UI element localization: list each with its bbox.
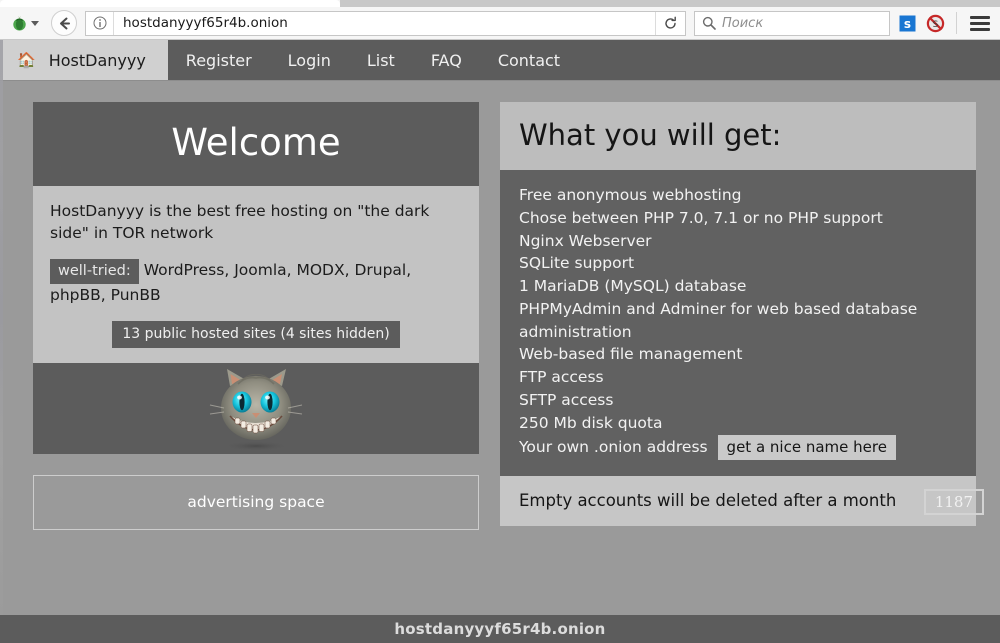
search-box[interactable]: Поиск: [694, 11, 890, 36]
list-item: SQLite support: [519, 252, 957, 275]
welltried-badge: well-tried:: [50, 259, 139, 284]
list-item: SFTP access: [519, 389, 957, 412]
onion-address-label: Your own .onion address: [519, 438, 708, 456]
site-navbar: 🏠 HostDanyyy Register Login List FAQ Con…: [0, 40, 1000, 81]
visitor-counter: 1187: [924, 489, 984, 515]
reload-button[interactable]: [655, 12, 685, 35]
list-item: FTP access: [519, 366, 957, 389]
nav-item-faq[interactable]: FAQ: [413, 40, 480, 80]
site-footer: hostdanyyyf65r4b.onion: [0, 615, 1000, 643]
tab-strip-background: [340, 0, 1000, 7]
features-footer-note: Empty accounts will be deleted after a m…: [500, 476, 976, 526]
advertising-space[interactable]: advertising space: [33, 475, 479, 530]
page-info-icon[interactable]: [86, 12, 114, 35]
hosted-sites-badge: 13 public hosted sites (4 sites hidden): [112, 321, 399, 347]
list-item: 250 Mb disk quota: [519, 412, 957, 435]
cat-illustration: [194, 364, 319, 452]
list-item: PHPMyAdmin and Adminer for web based dat…: [519, 298, 957, 344]
welcome-lead-text: HostDanyyy is the best free hosting on "…: [50, 200, 462, 245]
get-nice-name-button[interactable]: get a nice name here: [718, 435, 896, 460]
features-list: Free anonymous webhosting Chose between …: [500, 170, 976, 476]
right-column: What you will get: Free anonymous webhos…: [500, 102, 976, 547]
svg-text:S: S: [932, 20, 938, 30]
list-item: Free anonymous webhosting: [519, 184, 957, 207]
svg-text:s: s: [903, 17, 910, 31]
onion-address-line: Your own .onion address get a nice name …: [519, 435, 957, 460]
back-arrow-icon: [57, 16, 72, 31]
search-icon: [702, 16, 716, 30]
browser-window: hostdanyyyf65r4b.onion Поиск s: [0, 0, 1000, 643]
nav-item-login[interactable]: Login: [270, 40, 349, 80]
browser-toolbar: hostdanyyyf65r4b.onion Поиск s: [0, 7, 1000, 40]
welcome-body: HostDanyyy is the best free hosting on "…: [33, 186, 479, 363]
address-bar[interactable]: hostdanyyyf65r4b.onion: [85, 11, 686, 36]
chevron-down-icon: [31, 21, 39, 26]
offscreen-edge-sliver: [0, 40, 3, 643]
list-item: Chose between PHP 7.0, 7.1 or no PHP sup…: [519, 207, 957, 230]
tor-onion-button[interactable]: [7, 13, 43, 34]
nav-item-register[interactable]: Register: [168, 40, 270, 80]
advertising-space-label: advertising space: [187, 493, 324, 511]
nav-item-list[interactable]: List: [349, 40, 413, 80]
home-icon: 🏠: [17, 53, 36, 68]
search-input[interactable]: Поиск: [722, 16, 763, 31]
welltried-row: well-tried: WordPress, Joomla, MODX, Dru…: [50, 259, 462, 306]
sidebar-item-home[interactable]: 🏠 HostDanyyy: [0, 40, 168, 80]
address-bar-url[interactable]: hostdanyyyf65r4b.onion: [114, 15, 655, 31]
stylish-extension-icon[interactable]: s: [896, 12, 918, 34]
active-tab[interactable]: [0, 0, 340, 7]
hamburger-menu-icon[interactable]: [967, 11, 993, 35]
tor-onion-icon: [11, 15, 28, 32]
cheshire-cat-image: [33, 363, 479, 454]
left-column: Welcome HostDanyyy is the best free host…: [33, 102, 479, 530]
visitor-counter-wrap: 1187: [924, 492, 984, 511]
features-heading: What you will get:: [500, 102, 976, 170]
nav-item-contact[interactable]: Contact: [480, 40, 578, 80]
welcome-heading: Welcome: [33, 102, 479, 186]
list-item: 1 MariaDB (MySQL) database: [519, 275, 957, 298]
page-viewport: 🏠 HostDanyyy Register Login List FAQ Con…: [0, 40, 1000, 643]
brand-label: HostDanyyy: [49, 51, 146, 70]
nav-links: Register Login List FAQ Contact: [168, 40, 578, 80]
page-content: Welcome HostDanyyy is the best free host…: [0, 81, 1000, 547]
site-footer-label: hostdanyyyf65r4b.onion: [394, 620, 605, 638]
back-button[interactable]: [51, 10, 77, 36]
noscript-extension-icon[interactable]: S: [924, 12, 946, 34]
hosted-count-wrap: 13 public hosted sites (4 sites hidden): [50, 321, 462, 347]
welcome-panel: Welcome HostDanyyy is the best free host…: [33, 102, 479, 454]
list-item: Nginx Webserver: [519, 230, 957, 253]
features-panel: What you will get: Free anonymous webhos…: [500, 102, 976, 526]
browser-tab-strip[interactable]: [0, 0, 1000, 7]
list-item: Web-based file management: [519, 343, 957, 366]
toolbar-divider: [956, 12, 957, 34]
